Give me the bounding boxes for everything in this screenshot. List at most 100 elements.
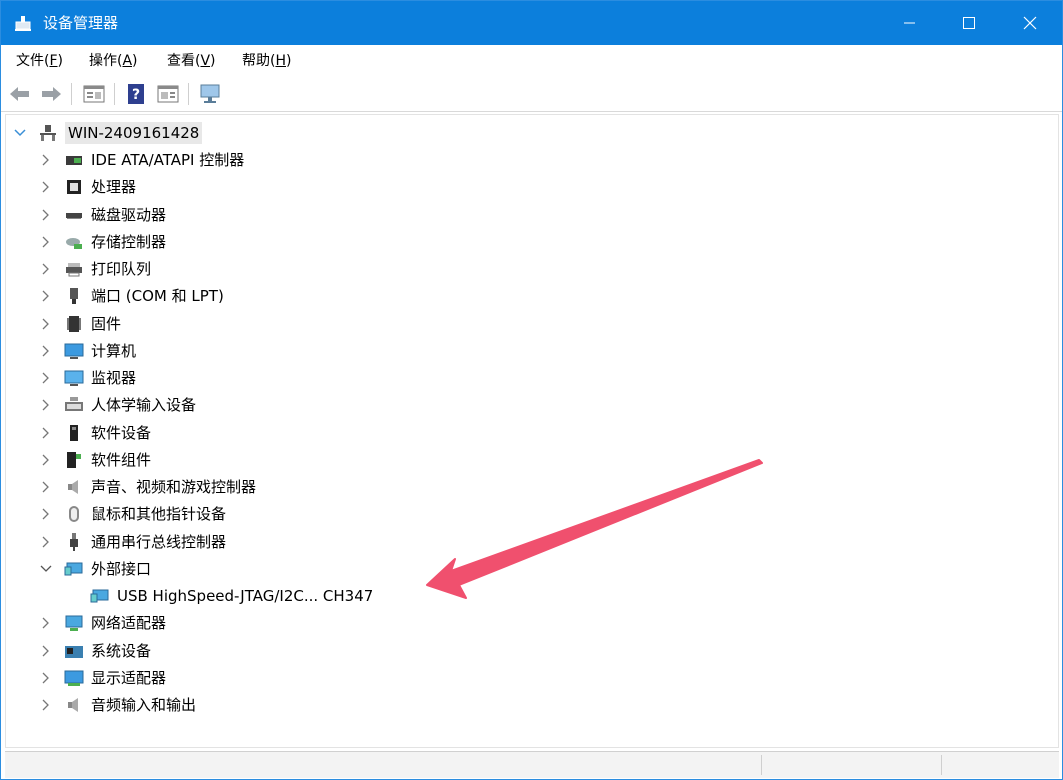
tree-category[interactable]: 端口 (COM 和 LPT) xyxy=(38,283,224,309)
tree-category[interactable]: 通用串行总线控制器 xyxy=(38,529,226,555)
svg-text:?: ? xyxy=(132,87,140,103)
usb-icon xyxy=(64,532,84,552)
tree-category-label: 软件组件 xyxy=(91,451,152,469)
tree-category[interactable]: 鼠标和其他指针设备 xyxy=(38,501,226,527)
chevron-right-icon[interactable] xyxy=(38,316,54,332)
tree-category[interactable]: 监视器 xyxy=(38,365,136,391)
action-pane-icon xyxy=(157,85,179,103)
tree-category[interactable]: 磁盘驱动器 xyxy=(38,202,166,228)
chevron-right-icon[interactable] xyxy=(38,207,54,223)
tree-category[interactable]: 打印队列 xyxy=(38,256,151,282)
tree-category[interactable]: 固件 xyxy=(38,311,121,337)
device-tree: WIN-2409161428 IDE ATA/ATAPI 控制器 处理器 磁盘驱动器… xyxy=(5,114,1059,748)
tree-category[interactable]: 声音、视频和游戏控制器 xyxy=(38,474,256,500)
help-button[interactable]: ? xyxy=(124,82,148,106)
title-bar[interactable]: 设备管理器 xyxy=(1,1,1062,45)
chevron-right-icon[interactable] xyxy=(38,370,54,386)
tree-category[interactable]: 显示适配器 xyxy=(38,665,166,691)
tree-category-label: 显示适配器 xyxy=(91,669,167,687)
chevron-right-icon[interactable] xyxy=(38,534,54,550)
tree-category[interactable]: 计算机 xyxy=(38,338,136,364)
software-device-icon xyxy=(64,423,84,443)
tree-category-label: 端口 (COM 和 LPT) xyxy=(91,287,224,305)
minimize-button[interactable] xyxy=(881,1,939,45)
audio-icon xyxy=(64,477,84,497)
hid-icon xyxy=(64,395,84,415)
toolbar-separator xyxy=(71,83,72,105)
tree-category[interactable]: 网络适配器 xyxy=(38,610,166,636)
help-book-icon: ? xyxy=(128,84,144,104)
audio-io-icon xyxy=(64,695,84,715)
menu-action[interactable]: 操作(A) xyxy=(89,52,138,70)
tree-category[interactable]: 音频输入和输出 xyxy=(38,692,196,718)
chevron-right-icon[interactable] xyxy=(38,670,54,686)
properties-button[interactable] xyxy=(82,82,106,106)
chevron-right-icon[interactable] xyxy=(38,643,54,659)
toolbar: ? xyxy=(1,77,1062,112)
display-adapter-icon xyxy=(64,668,84,688)
close-button[interactable] xyxy=(1001,1,1059,45)
port-icon xyxy=(64,286,84,306)
tree-device-label: USB HighSpeed-JTAG/I2C... CH347 xyxy=(117,587,374,605)
software-component-icon xyxy=(64,450,84,470)
toolbar-separator xyxy=(188,83,189,105)
status-separator xyxy=(761,755,762,775)
action-pane-button[interactable] xyxy=(156,82,180,106)
chevron-right-icon[interactable] xyxy=(38,615,54,631)
tree-category-label: 人体学输入设备 xyxy=(91,396,197,414)
tree-category-label: 计算机 xyxy=(91,342,137,360)
monitor-icon xyxy=(64,368,84,388)
chevron-right-icon[interactable] xyxy=(38,506,54,522)
chevron-right-icon[interactable] xyxy=(38,261,54,277)
chevron-right-icon[interactable] xyxy=(38,288,54,304)
chevron-right-icon[interactable] xyxy=(38,479,54,495)
printer-icon xyxy=(64,259,84,279)
chevron-down-icon[interactable] xyxy=(12,125,28,141)
menu-help[interactable]: 帮助(H) xyxy=(242,52,291,70)
tree-root[interactable]: WIN-2409161428 xyxy=(12,120,203,146)
tree-category[interactable]: IDE ATA/ATAPI 控制器 xyxy=(38,147,244,173)
back-arrow-icon xyxy=(10,87,29,101)
tree-category-label: 软件设备 xyxy=(91,424,152,442)
system-device-icon xyxy=(64,641,84,661)
storage-controller-icon xyxy=(64,232,84,252)
tree-category[interactable]: 人体学输入设备 xyxy=(38,392,196,418)
tree-category-label: 打印队列 xyxy=(91,260,152,278)
chevron-right-icon[interactable] xyxy=(38,234,54,250)
tree-category-label: 声音、视频和游戏控制器 xyxy=(91,478,257,496)
forward-button[interactable] xyxy=(39,82,63,106)
status-bar xyxy=(5,751,1059,778)
maximize-button[interactable] xyxy=(940,1,998,45)
tree-category[interactable]: 软件组件 xyxy=(38,447,151,473)
menu-file[interactable]: 文件(F) xyxy=(16,52,63,70)
tree-category[interactable]: 软件设备 xyxy=(38,420,151,446)
chevron-right-icon[interactable] xyxy=(38,697,54,713)
tree-device[interactable]: USB HighSpeed-JTAG/I2C... CH347 xyxy=(90,583,373,609)
tree-category-label: 通用串行总线控制器 xyxy=(91,533,227,551)
tree-category-label: 存储控制器 xyxy=(91,233,167,251)
ide-controller-icon xyxy=(64,150,84,170)
scan-hardware-button[interactable] xyxy=(198,82,222,106)
scan-hardware-icon xyxy=(200,84,220,103)
tree-category[interactable]: 处理器 xyxy=(38,174,136,200)
tree-category[interactable]: 系统设备 xyxy=(38,638,151,664)
computer-network-icon xyxy=(38,123,58,143)
chevron-right-icon[interactable] xyxy=(38,179,54,195)
computer-name: WIN-2409161428 xyxy=(65,122,203,144)
menu-view[interactable]: 查看(V) xyxy=(167,52,216,70)
external-interface-icon xyxy=(90,586,110,606)
computer-icon xyxy=(64,341,84,361)
device-manager-icon xyxy=(13,13,33,33)
chevron-right-icon[interactable] xyxy=(38,343,54,359)
chevron-down-icon[interactable] xyxy=(38,561,54,577)
network-adapter-icon xyxy=(64,613,84,633)
device-manager-window: 设备管理器 文件(F) 操作(A) 查看(V) 帮助(H) ? WIN-2409… xyxy=(0,0,1063,780)
tree-category-label: 音频输入和输出 xyxy=(91,696,197,714)
chevron-right-icon[interactable] xyxy=(38,452,54,468)
chevron-right-icon[interactable] xyxy=(38,425,54,441)
tree-category[interactable]: 存储控制器 xyxy=(38,229,166,255)
chevron-right-icon[interactable] xyxy=(38,152,54,168)
back-button[interactable] xyxy=(8,82,32,106)
chevron-right-icon[interactable] xyxy=(38,397,54,413)
tree-category[interactable]: 外部接口 xyxy=(38,556,151,582)
